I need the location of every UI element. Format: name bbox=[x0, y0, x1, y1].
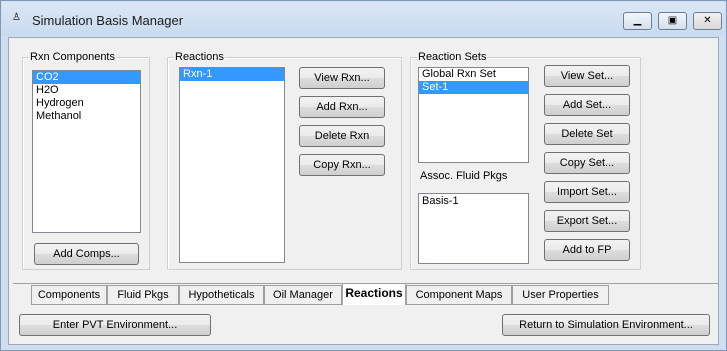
tab-fluid-pkgs[interactable]: Fluid Pkgs bbox=[107, 285, 179, 305]
add-comps-button[interactable]: Add Comps... bbox=[34, 243, 139, 265]
tab-component-maps[interactable]: Component Maps bbox=[406, 285, 512, 305]
list-item[interactable]: H2O bbox=[33, 84, 140, 97]
tab-hypotheticals[interactable]: Hypotheticals bbox=[179, 285, 264, 305]
reactions-list[interactable]: Rxn-1 bbox=[179, 67, 285, 263]
reactions-label: Reactions bbox=[174, 51, 225, 63]
copy-rxn-button[interactable]: Copy Rxn... bbox=[299, 154, 385, 176]
app-icon: ♙ bbox=[12, 12, 21, 23]
copy-set-button[interactable]: Copy Set... bbox=[544, 152, 630, 174]
window-title: Simulation Basis Manager bbox=[32, 13, 184, 28]
list-item[interactable]: CO2 bbox=[33, 71, 140, 84]
assoc-fluid-pkgs-label: Assoc. Fluid Pkgs bbox=[420, 170, 508, 182]
add-set-button[interactable]: Add Set... bbox=[544, 94, 630, 116]
list-item[interactable]: Rxn-1 bbox=[180, 68, 284, 81]
close-button[interactable]: ✕ bbox=[693, 12, 722, 30]
rxn-components-group: Rxn Components CO2 H2O Hydrogen Methanol… bbox=[22, 51, 150, 270]
return-to-simulation-button[interactable]: Return to Simulation Environment... bbox=[502, 314, 710, 336]
list-item[interactable]: Global Rxn Set bbox=[419, 68, 528, 81]
reaction-sets-label: Reaction Sets bbox=[417, 51, 488, 63]
add-rxn-button[interactable]: Add Rxn... bbox=[299, 96, 385, 118]
simulation-basis-manager-window: ♙ Simulation Basis Manager ▁ ▣ ✕ Rxn Com… bbox=[0, 0, 727, 351]
close-icon: ✕ bbox=[703, 15, 712, 26]
view-set-button[interactable]: View Set... bbox=[544, 65, 630, 87]
enter-pvt-environment-button[interactable]: Enter PVT Environment... bbox=[19, 314, 211, 336]
delete-set-button[interactable]: Delete Set bbox=[544, 123, 630, 145]
list-item[interactable]: Set-1 bbox=[419, 81, 528, 94]
tab-user-properties[interactable]: User Properties bbox=[512, 285, 609, 305]
reaction-sets-list[interactable]: Global Rxn Set Set-1 bbox=[418, 67, 529, 163]
tab-reactions[interactable]: Reactions bbox=[342, 283, 406, 305]
tab-components[interactable]: Components bbox=[31, 285, 107, 305]
list-item[interactable]: Basis-1 bbox=[419, 195, 528, 208]
maximize-button[interactable]: ▣ bbox=[658, 12, 687, 30]
reactions-group: Reactions Rxn-1 View Rxn... Add Rxn... D… bbox=[167, 51, 402, 270]
rxn-components-list[interactable]: CO2 H2O Hydrogen Methanol bbox=[32, 70, 141, 233]
view-rxn-button[interactable]: View Rxn... bbox=[299, 67, 385, 89]
tab-oil-manager[interactable]: Oil Manager bbox=[264, 285, 342, 305]
minimize-button[interactable]: ▁ bbox=[623, 12, 652, 30]
maximize-icon: ▣ bbox=[667, 15, 678, 26]
list-item[interactable]: Methanol bbox=[33, 110, 140, 123]
delete-rxn-button[interactable]: Delete Rxn bbox=[299, 125, 385, 147]
assoc-fluid-pkgs-list[interactable]: Basis-1 bbox=[418, 193, 529, 264]
export-set-button[interactable]: Export Set... bbox=[544, 210, 630, 232]
import-set-button[interactable]: Import Set... bbox=[544, 181, 630, 203]
title-bar[interactable]: ♙ Simulation Basis Manager ▁ ▣ ✕ bbox=[2, 2, 725, 36]
rxn-components-label: Rxn Components bbox=[29, 51, 116, 63]
list-item[interactable]: Hydrogen bbox=[33, 97, 140, 110]
client-area: Rxn Components CO2 H2O Hydrogen Methanol… bbox=[8, 37, 719, 345]
add-to-fp-button[interactable]: Add to FP bbox=[544, 239, 630, 261]
reaction-sets-group: Reaction Sets Global Rxn Set Set-1 Assoc… bbox=[410, 51, 641, 270]
minimize-icon: ▁ bbox=[633, 15, 642, 26]
